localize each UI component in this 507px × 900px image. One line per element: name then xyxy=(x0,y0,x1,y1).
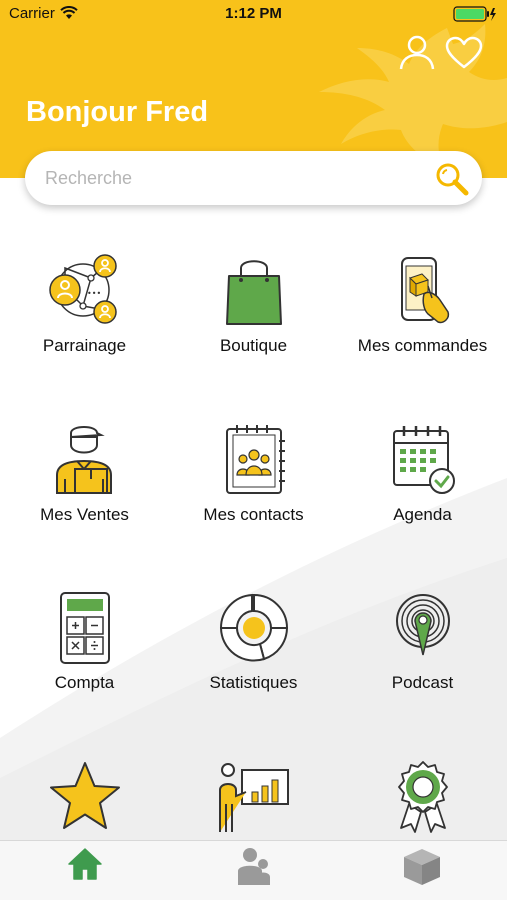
menu-item-agenda[interactable]: Agenda xyxy=(338,423,507,573)
menu-item-label: Mes commandes xyxy=(357,336,488,355)
box-icon xyxy=(404,849,440,885)
search-icon[interactable] xyxy=(434,161,470,197)
people-icon xyxy=(238,848,270,885)
award-badge-icon xyxy=(397,761,448,833)
menu-item-label: Mes contacts xyxy=(203,505,304,524)
menu-item-compta[interactable]: Compta xyxy=(0,591,169,741)
menu-item-label: Parrainage xyxy=(42,336,127,355)
profile-icon[interactable] xyxy=(398,34,436,72)
tab-box[interactable] xyxy=(382,847,462,895)
contacts-notebook-icon xyxy=(225,425,285,494)
star-icon xyxy=(49,762,120,829)
greeting-title: Bonjour Fred xyxy=(26,96,209,128)
menu-item-label: Mes Ventes xyxy=(40,505,129,524)
menu-item-label: Boutique xyxy=(219,336,288,355)
status-bar: Carrier 1:12 PM xyxy=(0,0,507,28)
podcast-icon xyxy=(395,594,450,656)
search-input[interactable] xyxy=(45,165,415,191)
menu-item-label: Podcast xyxy=(391,673,454,692)
order-phone-icon xyxy=(400,257,449,324)
calendar-icon xyxy=(392,426,455,494)
menu-item-label: Agenda xyxy=(393,505,452,524)
menu-item-award[interactable] xyxy=(338,760,507,840)
tab-bar xyxy=(0,840,507,900)
svg-text:•••: ••• xyxy=(87,289,101,298)
tab-home[interactable] xyxy=(45,847,125,895)
menu-item-label: Statistiques xyxy=(209,673,298,692)
menu-item-boutique[interactable]: Boutique xyxy=(169,254,338,404)
menu-item-mes-contacts[interactable]: Mes contacts xyxy=(169,423,338,573)
delivery-person-icon xyxy=(55,426,112,494)
shopping-bag-icon xyxy=(225,260,282,325)
calculator-icon xyxy=(59,592,110,664)
network-icon: ••• xyxy=(48,254,117,324)
menu-item-label: Compta xyxy=(54,673,115,692)
menu-item-podcast[interactable]: Podcast xyxy=(338,591,507,741)
menu-item-presentation[interactable] xyxy=(169,760,338,840)
menu-item-statistiques[interactable]: Statistiques xyxy=(169,591,338,741)
menu-item-mes-commandes[interactable]: Mes commandes xyxy=(338,254,507,404)
chart-ring-icon xyxy=(219,593,288,662)
search-bar xyxy=(25,151,482,205)
menu-item-mes-ventes[interactable]: Mes Ventes xyxy=(0,423,169,573)
battery-icon xyxy=(453,6,496,22)
presentation-icon xyxy=(218,763,289,832)
menu-item-star[interactable] xyxy=(0,760,169,840)
menu-item-parrainage[interactable]: ••• Parrainage xyxy=(0,254,169,404)
clock: 1:12 PM xyxy=(225,5,282,22)
tab-people[interactable] xyxy=(214,847,294,895)
home-icon xyxy=(68,848,102,880)
heart-icon[interactable] xyxy=(445,36,483,70)
